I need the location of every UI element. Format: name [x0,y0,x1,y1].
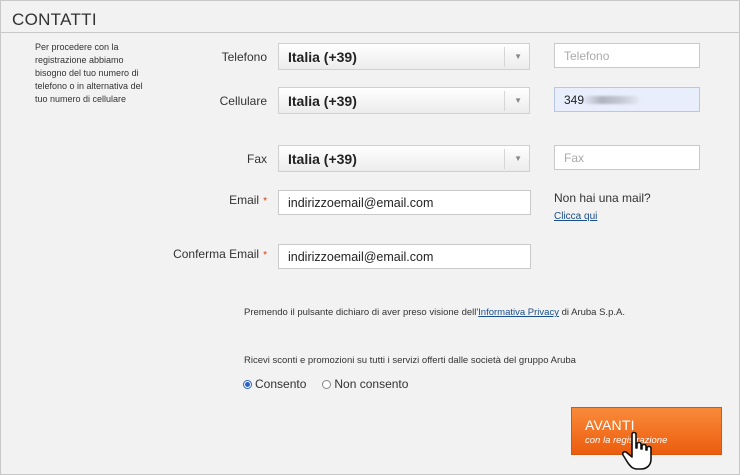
cellulare-country-select[interactable]: Italia (+39) ▼ [278,87,530,114]
fax-country-value: Italia (+39) [288,150,357,167]
cellulare-label: Cellulare [219,94,267,108]
privacy-notice: Premendo il pulsante dichiaro di aver pr… [244,307,625,318]
no-email-link[interactable]: Clicca qui [554,211,597,222]
confirm-email-label-text: Conferma Email [173,247,260,261]
consent-radio[interactable] [243,379,252,389]
select-divider [504,148,506,169]
hand-pointer-icon [621,431,652,470]
select-divider [504,90,506,111]
promo-consent-text: Ricevi sconti e promozioni su tutti i se… [244,355,576,366]
telefono-country-select[interactable]: Italia (+39) ▼ [278,43,530,70]
no-consent-radio-label[interactable]: Non consento [334,377,408,391]
select-divider [504,46,506,67]
email-label-text: Email [229,193,260,207]
required-mark: * [263,196,267,207]
telefono-label: Telefono [221,50,267,64]
title-divider [1,32,739,33]
confirm-email-label: Conferma Email * [117,247,267,261]
confirm-email-input[interactable] [278,244,531,269]
chevron-down-icon: ▼ [514,154,522,163]
telefono-input[interactable] [554,43,700,68]
telefono-country-value: Italia (+39) [288,48,357,65]
redacted-number-blur [582,96,640,104]
privacy-text-after: di Aruba S.p.A. [558,307,625,318]
chevron-down-icon: ▼ [514,96,522,105]
section-title: CONTATTI [12,10,97,29]
fax-input[interactable] [554,145,700,170]
required-mark: * [263,250,267,261]
privacy-text-before: Premendo il pulsante dichiaro di aver pr… [244,307,479,318]
no-email-text: Non hai una mail? [554,191,651,205]
chevron-down-icon: ▼ [514,52,522,61]
contacts-panel: CONTATTI Per procedere con la registrazi… [0,0,740,475]
email-label: Email * [117,193,267,207]
cellulare-country-value: Italia (+39) [288,92,357,109]
no-consent-radio[interactable] [322,379,332,389]
email-input[interactable] [278,190,531,215]
fax-country-select[interactable]: Italia (+39) ▼ [278,145,530,172]
promo-consent-options: Consento Non consento [243,377,424,391]
privacy-policy-link[interactable]: Informativa Privacy [478,307,559,318]
fax-label: Fax [246,152,267,166]
consent-radio-label[interactable]: Consento [255,377,306,391]
